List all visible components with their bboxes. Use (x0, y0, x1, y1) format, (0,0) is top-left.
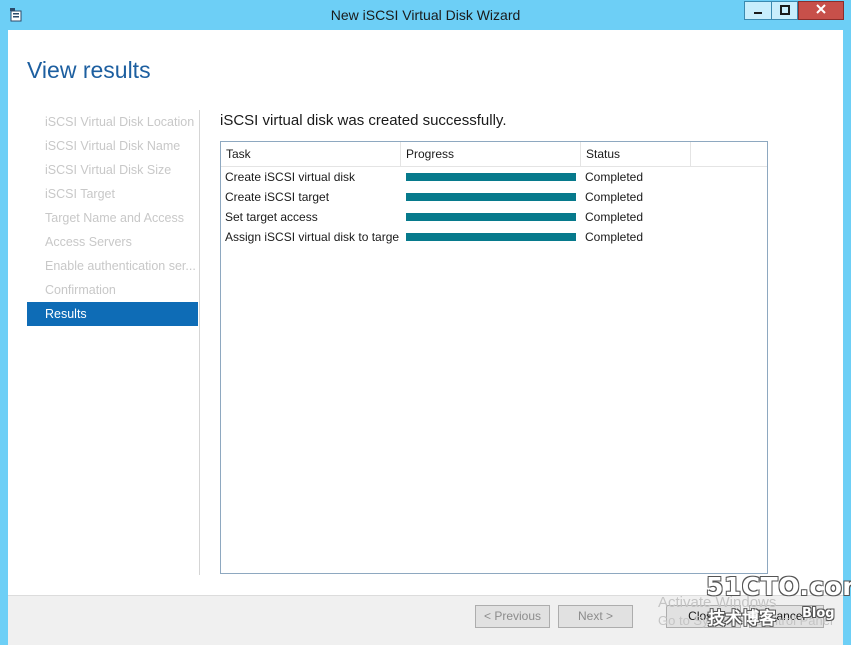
table-row[interactable]: Set target access Completed (221, 207, 767, 227)
nav-item-target-name-access[interactable]: Target Name and Access (27, 206, 198, 230)
task-name: Create iSCSI virtual disk (225, 170, 356, 184)
minimize-icon (753, 4, 763, 18)
maximize-icon (779, 4, 790, 18)
progress-fill (406, 233, 576, 241)
previous-button[interactable]: < Previous (475, 605, 550, 628)
watermark-sub: 技术博客 (708, 609, 776, 629)
task-name: Create iSCSI target (225, 190, 330, 204)
nav-item-disk-name[interactable]: iSCSI Virtual Disk Name (27, 134, 198, 158)
task-name: Assign iSCSI virtual disk to target (225, 230, 399, 244)
task-status: Completed (585, 210, 644, 224)
nav-item-iscsi-target[interactable]: iSCSI Target (27, 182, 198, 206)
task-results-table[interactable]: Task Progress Status Create iSCSI virtua… (220, 141, 768, 574)
progress-bar (406, 233, 576, 241)
nav-item-confirmation[interactable]: Confirmation (27, 278, 198, 302)
watermark-main: 51CTO.com (706, 572, 851, 601)
minimize-button[interactable] (744, 1, 771, 20)
progress-fill (406, 213, 576, 221)
wizard-window: New iSCSI Virtual Disk Wizard View resul… (0, 0, 851, 645)
task-status: Completed (585, 190, 644, 204)
wizard-client-area: View results iSCSI Virtual Disk Location… (8, 30, 843, 595)
title-bar[interactable]: New iSCSI Virtual Disk Wizard (0, 0, 851, 30)
progress-bar (406, 213, 576, 221)
maximize-button[interactable] (771, 1, 798, 20)
page-title: View results (27, 57, 151, 83)
task-status: Completed (585, 170, 644, 184)
task-name: Set target access (225, 210, 318, 224)
table-row[interactable]: Assign iSCSI virtual disk to target Comp… (221, 227, 767, 247)
progress-bar (406, 173, 576, 181)
nav-item-access-servers[interactable]: Access Servers (27, 230, 198, 254)
progress-bar (406, 193, 576, 201)
close-icon (815, 3, 827, 18)
close-window-button[interactable] (798, 1, 844, 20)
window-title: New iSCSI Virtual Disk Wizard (330, 7, 521, 23)
task-status: Completed (585, 230, 644, 244)
table-row[interactable]: Create iSCSI target Completed (221, 187, 767, 207)
site-watermark: 51CTO.com 技术博客 Blog (706, 572, 851, 632)
column-header-empty (691, 142, 768, 166)
nav-item-disk-location[interactable]: iSCSI Virtual Disk Location (27, 110, 198, 134)
table-row[interactable]: Create iSCSI virtual disk Completed (221, 167, 767, 187)
progress-fill (406, 193, 576, 201)
column-header-task[interactable]: Task (221, 142, 401, 166)
column-header-progress[interactable]: Progress (401, 142, 581, 166)
nav-item-disk-size[interactable]: iSCSI Virtual Disk Size (27, 158, 198, 182)
wizard-step-nav: iSCSI Virtual Disk Location iSCSI Virtua… (27, 110, 200, 575)
column-header-status[interactable]: Status (581, 142, 691, 166)
watermark-blog: Blog (802, 606, 835, 621)
table-header: Task Progress Status (221, 142, 767, 167)
result-message: iSCSI virtual disk was created successfu… (220, 112, 507, 129)
nav-item-authentication[interactable]: Enable authentication ser... (27, 254, 198, 278)
next-button[interactable]: Next > (558, 605, 633, 628)
nav-item-results[interactable]: Results (27, 302, 198, 326)
progress-fill (406, 173, 576, 181)
